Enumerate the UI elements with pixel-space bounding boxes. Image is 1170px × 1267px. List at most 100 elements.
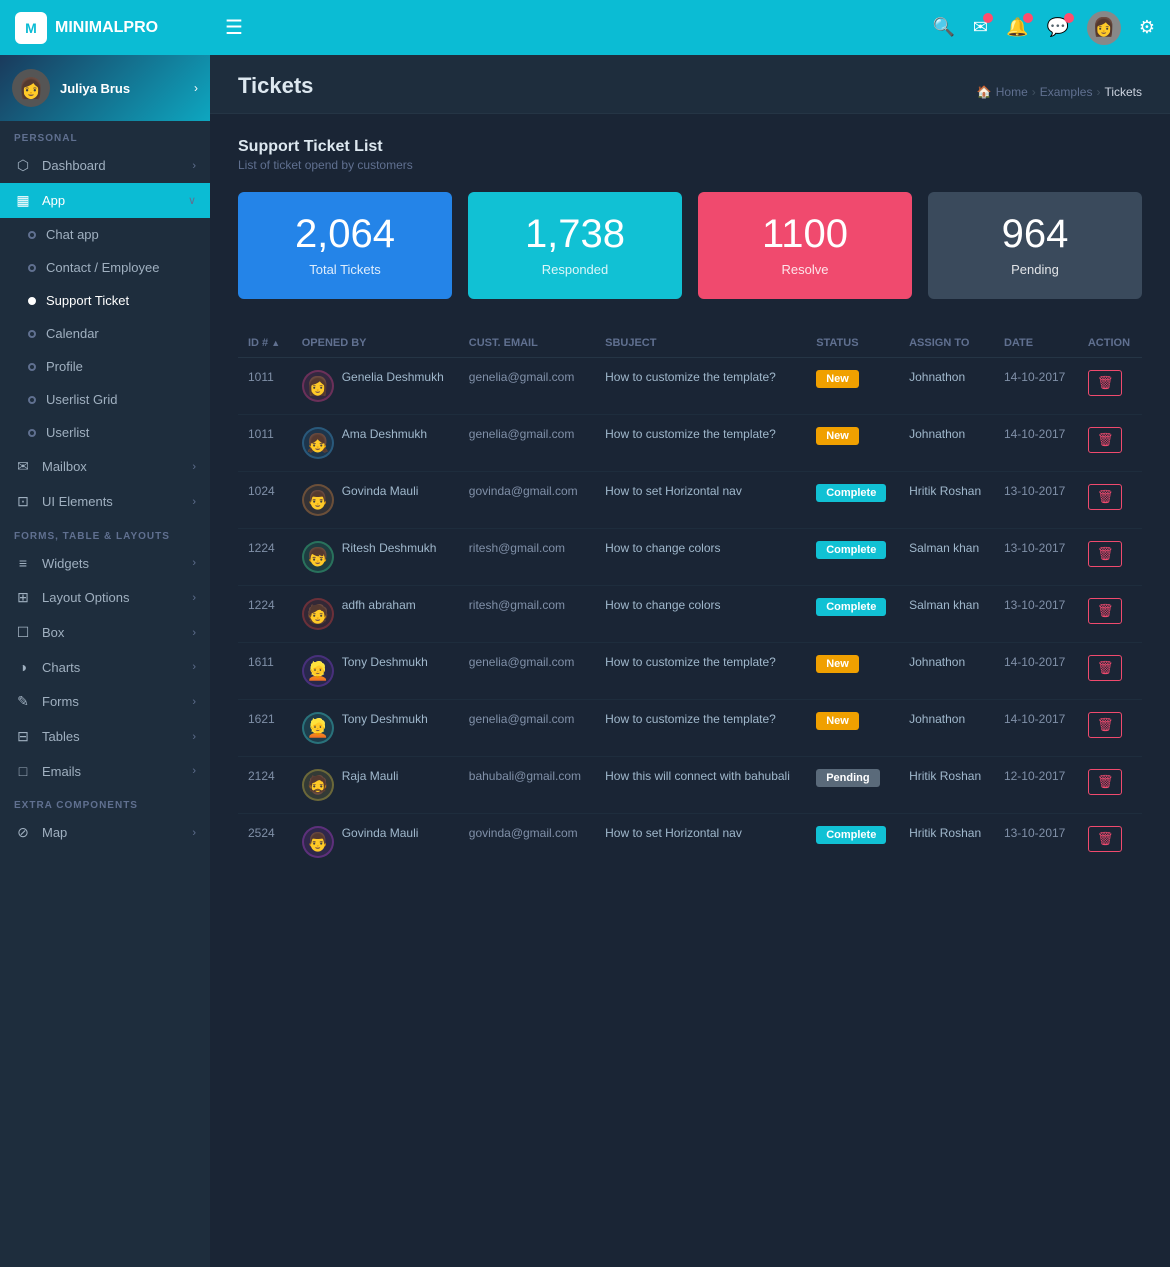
cell-status: New (806, 415, 899, 472)
bell-icon-button[interactable]: 🔔 (1006, 17, 1028, 38)
opener-name: adfh abraham (342, 598, 416, 612)
search-icon-button[interactable]: 🔍 (933, 17, 955, 38)
support-dot (28, 297, 36, 305)
cell-subject: How to set Horizontal nav (595, 814, 806, 871)
cell-id: 2524 (238, 814, 292, 871)
cell-date: 14-10-2017 (994, 415, 1078, 472)
sidebar-item-forms[interactable]: ✎ Forms › (0, 684, 210, 719)
sidebar-label-userlist-grid: Userlist Grid (46, 392, 196, 407)
delete-button[interactable]: 🗑 (1088, 541, 1123, 567)
dashboard-icon: ⬡ (14, 157, 32, 174)
stat-label-responded: Responded (542, 262, 609, 277)
ticket-table: ID # ▲ Opened By Cust. Email Sbuject Sta… (238, 329, 1142, 870)
sidebar-label-forms: Forms (42, 694, 182, 709)
sidebar-item-ui-elements[interactable]: ⊡ UI Elements › (0, 484, 210, 519)
ui-icon: ⊡ (14, 493, 32, 510)
table-row: 1011 👩 Genelia Deshmukh genelia@gmail.co… (238, 358, 1142, 415)
tables-chevron: › (192, 731, 196, 743)
chat-app-dot (28, 231, 36, 239)
cell-subject: How to customize the template? (595, 700, 806, 757)
mail-icon-button[interactable]: ✉ (973, 17, 988, 38)
delete-button[interactable]: 🗑 (1088, 826, 1123, 852)
sidebar-item-profile[interactable]: Profile (0, 350, 210, 383)
sidebar-label-map: Map (42, 825, 182, 840)
status-badge: Complete (816, 484, 886, 502)
sidebar: 👩 Juliya Brus › PERSONAL ⬡ Dashboard › ▦… (0, 55, 210, 1267)
sidebar-item-userlist-grid[interactable]: Userlist Grid (0, 383, 210, 416)
dashboard-chevron: › (192, 160, 196, 172)
stat-number-responded: 1,738 (525, 214, 625, 254)
box-chevron: › (192, 627, 196, 639)
sidebar-item-dashboard[interactable]: ⬡ Dashboard › (0, 148, 210, 183)
status-badge: Complete (816, 826, 886, 844)
stat-label-pending: Pending (1011, 262, 1059, 277)
sidebar-item-map[interactable]: ⊘ Map › (0, 815, 210, 850)
sidebar-label-emails: Emails (42, 764, 182, 779)
cell-assign: Hritik Roshan (899, 757, 994, 814)
sidebar-item-box[interactable]: ☐ Box › (0, 615, 210, 650)
contact-dot (28, 264, 36, 272)
cell-opened-by: 👦 Ritesh Deshmukh (292, 529, 459, 586)
avatar-emoji: 👨 (307, 490, 329, 511)
delete-button[interactable]: 🗑 (1088, 598, 1123, 624)
user-panel[interactable]: 👩 Juliya Brus › (0, 55, 210, 121)
col-email: Cust. Email (459, 329, 595, 358)
sidebar-item-support-ticket[interactable]: Support Ticket (0, 284, 210, 317)
user-name: Juliya Brus (60, 81, 184, 96)
chat-badge (1064, 13, 1074, 23)
sidebar-item-layout[interactable]: ⊞ Layout Options › (0, 580, 210, 615)
status-badge: Complete (816, 541, 886, 559)
sidebar-item-charts[interactable]: ◑ Charts › (0, 650, 210, 684)
cell-action: 🗑 (1078, 415, 1142, 472)
sidebar-item-calendar[interactable]: Calendar (0, 317, 210, 350)
gear-icon-button[interactable]: ⚙ (1139, 17, 1155, 38)
calendar-dot (28, 330, 36, 338)
sidebar-item-widgets[interactable]: ≡ Widgets › (0, 546, 210, 580)
opener-avatar: 👩 (302, 370, 334, 402)
user-avatar-nav[interactable]: 👩 (1087, 11, 1121, 45)
cell-subject: How to customize the template? (595, 358, 806, 415)
sidebar-label-calendar: Calendar (46, 326, 196, 341)
sidebar-item-userlist[interactable]: Userlist (0, 416, 210, 449)
hamburger-button[interactable]: ☰ (225, 15, 933, 40)
opener-name: Ama Deshmukh (342, 427, 427, 441)
sidebar-label-app: App (42, 193, 178, 208)
sidebar-item-tables[interactable]: ⊟ Tables › (0, 719, 210, 754)
sidebar-item-mailbox[interactable]: ✉ Mailbox › (0, 449, 210, 484)
status-badge: Pending (816, 769, 879, 787)
layout-chevron: › (192, 592, 196, 604)
cell-id: 2124 (238, 757, 292, 814)
logo-area: M MINIMALPRO (15, 12, 225, 44)
cell-status: Complete (806, 529, 899, 586)
delete-button[interactable]: 🗑 (1088, 712, 1123, 738)
breadcrumb: 🏠 Home › Examples › Tickets (977, 85, 1142, 99)
delete-button[interactable]: 🗑 (1088, 769, 1123, 795)
delete-button[interactable]: 🗑 (1088, 370, 1123, 396)
chat-icon-button[interactable]: 💬 (1046, 17, 1068, 38)
bell-badge (1023, 13, 1033, 23)
sidebar-label-charts: Charts (42, 660, 182, 675)
app-chevron: ∨ (188, 194, 196, 207)
sidebar-item-contact-employee[interactable]: Contact / Employee (0, 251, 210, 284)
page-title: Tickets (238, 73, 313, 99)
cell-assign: Salman khan (899, 586, 994, 643)
sidebar-item-chat-app[interactable]: Chat app (0, 218, 210, 251)
cell-email: genelia@gmail.com (459, 700, 595, 757)
mailbox-icon: ✉ (14, 458, 32, 475)
delete-button[interactable]: 🗑 (1088, 484, 1123, 510)
cell-opened-by: 👨 Govinda Mauli (292, 814, 459, 871)
cell-subject: How this will connect with bahubali (595, 757, 806, 814)
sidebar-item-app[interactable]: ▦ App ∨ (0, 183, 210, 218)
cell-assign: Hritik Roshan (899, 472, 994, 529)
sidebar-item-emails[interactable]: □ Emails › (0, 754, 210, 788)
opener-name: Ritesh Deshmukh (342, 541, 437, 555)
cell-email: genelia@gmail.com (459, 415, 595, 472)
delete-button[interactable]: 🗑 (1088, 427, 1123, 453)
cell-opened-by: 👨 Govinda Mauli (292, 472, 459, 529)
delete-button[interactable]: 🗑 (1088, 655, 1123, 681)
forms-chevron: › (192, 696, 196, 708)
breadcrumb-sep1: › (1032, 85, 1036, 99)
status-badge: New (816, 712, 859, 730)
avatar-emoji: 👱 (307, 718, 329, 739)
cell-date: 13-10-2017 (994, 472, 1078, 529)
